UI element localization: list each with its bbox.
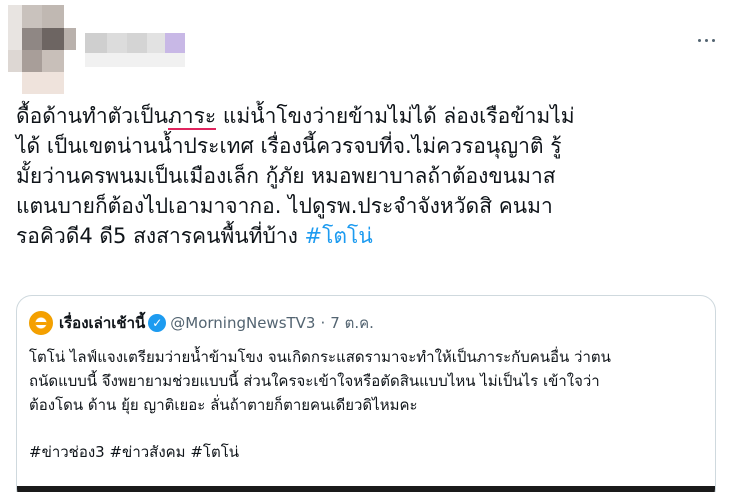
tweet-text-line: มั้ยว่านครพนมเป็นเมืองเล็ก กู้ภัย หมอพยา… xyxy=(16,164,556,188)
tweet-text-line: แตนบายก็ต้องไปเอามาจากอ. ไปดูรพ.ประจำจัง… xyxy=(16,194,553,218)
censored-author-header xyxy=(0,0,200,100)
tweet-text-line: ได้ เป็นเขตน่านน้ำประเทศ เรื่องนี้ควรจบท… xyxy=(16,134,562,158)
verified-badge-icon: ✓ xyxy=(148,314,167,332)
quoted-body-line: ต้องโดน ด้าน ยุ้ย ญาติเยอะ ลั่นถ้าตายก็ต… xyxy=(29,396,418,414)
text-segment: รอคิวดี4 ดี5 สงสารคนพื้นที่บ้าง xyxy=(16,224,305,248)
separator-dot: · xyxy=(320,314,326,332)
text-segment: แม่น้ำโขงว่ายข้ามไม่ได้ ล่องเรือข้ามไม่ xyxy=(216,104,575,128)
tweet-text-line: รอคิวดี4 ดี5 สงสารคนพื้นที่บ้าง #โตโน่ xyxy=(16,221,722,251)
quoted-tweet-date[interactable]: 7 ต.ค. xyxy=(330,311,374,335)
more-horizontal-icon-dot xyxy=(711,38,715,42)
quoted-tweet-hashtags: #ข่าวช่อง3 #ข่าวสังคม #โตโน่ xyxy=(29,443,240,461)
more-horizontal-icon-dot xyxy=(704,38,708,42)
more-horizontal-icon xyxy=(697,38,701,42)
more-options-button[interactable] xyxy=(686,28,726,52)
quoted-author-name[interactable]: เรื่องเล่าเช้านี้ xyxy=(59,311,145,335)
quoted-body-line: ถนัดแบบนี้ จึงพยายามช่วยแบบนี้ ส่วนใครจะ… xyxy=(29,372,600,390)
text-segment: ดื้อด้านทำตัวเป็น xyxy=(16,104,168,128)
morning-news-logo-icon[interactable] xyxy=(29,311,53,335)
quoted-tweet-media[interactable] xyxy=(17,486,715,492)
hashtag-link[interactable]: #โตโน่ xyxy=(305,224,373,248)
quoted-tweet-body: โตโน่ ไลฟ์แจงเตรียมว่ายน้ำข้ามโขง จนเกิด… xyxy=(29,345,705,417)
quoted-author-handle[interactable]: @MorningNewsTV3 xyxy=(170,314,315,332)
quoted-tweet-header: เรื่องเล่าเช้านี้ ✓ @MorningNewsTV3 · 7 … xyxy=(29,311,374,335)
tweet: ดื้อด้านทำตัวเป็นภาระ แม่น้ำโขงว่ายข้ามไ… xyxy=(0,0,730,492)
underlined-word: ภาระ xyxy=(167,104,217,130)
tweet-text-line: ดื้อด้านทำตัวเป็นภาระ แม่น้ำโขงว่ายข้ามไ… xyxy=(16,101,722,131)
quoted-body-line: โตโน่ ไลฟ์แจงเตรียมว่ายน้ำข้ามโขง จนเกิด… xyxy=(29,348,611,366)
tweet-text: ดื้อด้านทำตัวเป็นภาระ แม่น้ำโขงว่ายข้ามไ… xyxy=(16,101,722,251)
quoted-tweet-card[interactable]: เรื่องเล่าเช้านี้ ✓ @MorningNewsTV3 · 7 … xyxy=(16,295,716,492)
